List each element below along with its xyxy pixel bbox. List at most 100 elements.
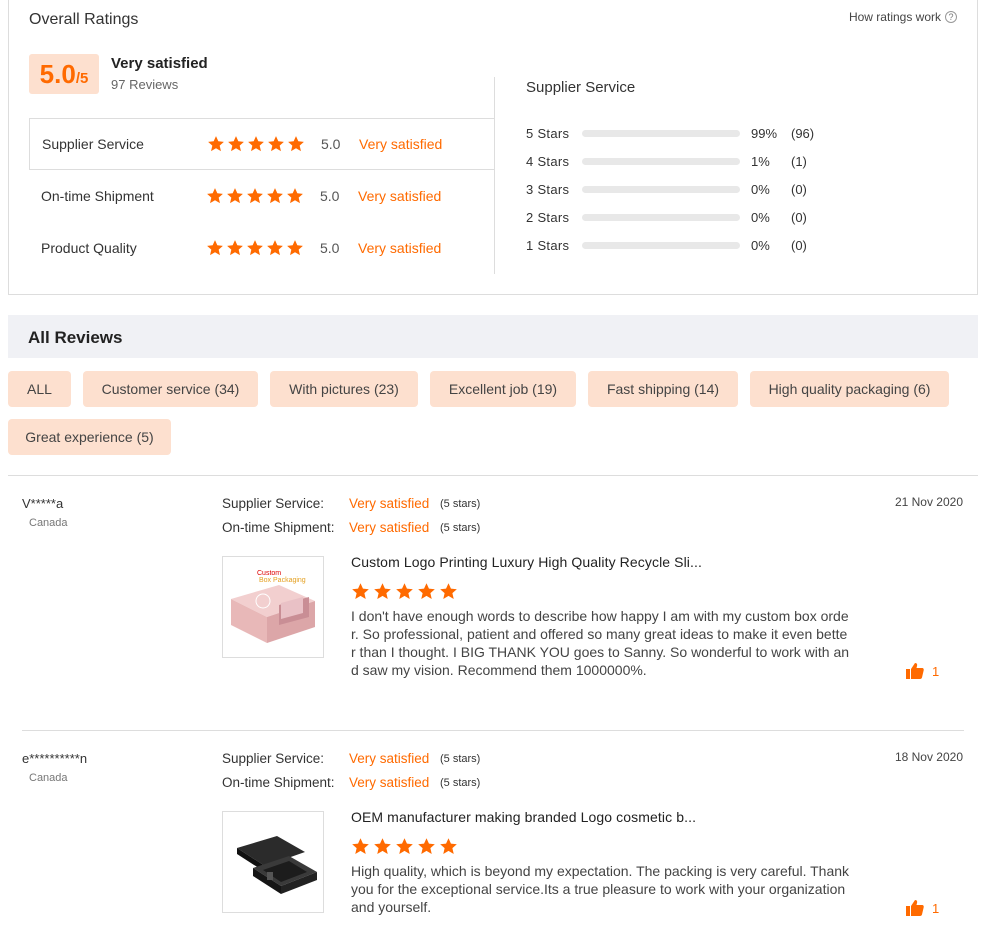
category-row-on-time-shipment[interactable]: On-time Shipment 5.0 Very satisfied [29, 170, 495, 222]
category-row-product-quality[interactable]: Product Quality 5.0 Very satisfied [29, 222, 495, 274]
distribution-label: 3 Stars [526, 181, 570, 197]
filter-chip-high-quality-packaging[interactable]: High quality packaging (6) [750, 371, 949, 407]
reviewer-country: Canada [29, 517, 68, 529]
star-icon [395, 837, 414, 856]
thumbs-up-icon [906, 900, 924, 916]
star-icon [266, 187, 284, 205]
rating-stars-text: (5 stars) [440, 753, 481, 765]
overall-score: 5.0 [39, 59, 76, 89]
distribution-label: 5 Stars [526, 125, 570, 141]
review-date: 18 Nov 2020 [894, 750, 963, 764]
product-title-link[interactable]: OEM manufacturer making branded Logo cos… [351, 809, 696, 825]
filter-chip-excellent-job[interactable]: Excellent job (19) [430, 371, 576, 407]
filter-chip-fast-shipping[interactable]: Fast shipping (14) [588, 371, 738, 407]
star-icon [246, 239, 264, 257]
reviewer-name: V*****a [22, 496, 64, 511]
category-rating-text: Very satisfied [358, 240, 442, 256]
section-divider [494, 77, 495, 274]
product-thumbnail[interactable] [222, 811, 324, 913]
filter-chip-great-experience[interactable]: Great experience (5) [8, 419, 171, 455]
rating-value: Very satisfied [349, 775, 430, 790]
star-icon [206, 187, 224, 205]
star-icon [227, 135, 245, 153]
thumb-caption-1: Custom [257, 570, 281, 577]
rating-stars-text: (5 stars) [440, 777, 481, 789]
distribution-count: (0) [791, 209, 807, 225]
category-score: 5.0 [320, 240, 340, 256]
how-ratings-work-link[interactable]: How ratings work ? [849, 10, 957, 24]
star-icon [417, 837, 436, 856]
overall-score-badge: 5.0 /5 [29, 54, 99, 94]
star-icon [439, 837, 458, 856]
distribution-bar [582, 241, 740, 249]
overall-ratings-title: Overall Ratings [29, 11, 139, 28]
all-reviews-title: All Reviews [28, 328, 123, 347]
distribution-bar [582, 129, 740, 137]
filter-chip-customer-service[interactable]: Customer service (34) [83, 371, 258, 407]
helpful-count: 1 [932, 900, 940, 916]
rating-value: Very satisfied [349, 751, 430, 766]
star-icon [207, 135, 225, 153]
category-stars [206, 187, 304, 205]
all-reviews-header: All Reviews [8, 315, 978, 358]
category-score: 5.0 [321, 136, 341, 152]
star-icon [351, 837, 370, 856]
star-icon [373, 582, 392, 601]
helpful-button[interactable]: 1 [906, 900, 939, 916]
overall-review-count: 97 Reviews [111, 77, 179, 92]
star-icon [373, 837, 392, 856]
distribution-percent: 1% [751, 153, 770, 169]
distribution-count: (96) [791, 125, 815, 141]
rating-stars-text: (5 stars) [440, 498, 481, 510]
category-name: Supplier Service [42, 136, 144, 152]
category-stars [207, 135, 305, 153]
category-score: 5.0 [320, 188, 340, 204]
category-stars [206, 239, 304, 257]
star-icon [351, 582, 370, 601]
rating-label: On-time Shipment: [222, 775, 335, 790]
category-row-supplier-service[interactable]: Supplier Service 5.0 Very satisfied [29, 118, 495, 170]
review-stars [351, 582, 458, 601]
filter-chip-with-pictures[interactable]: With pictures (23) [270, 371, 418, 407]
star-icon [226, 239, 244, 257]
rating-stars-text: (5 stars) [440, 522, 481, 534]
black-box-image [223, 812, 323, 912]
reviewer-country: Canada [29, 772, 68, 784]
category-name: On-time Shipment [41, 188, 154, 204]
product-thumbnail[interactable]: Custom Box Packaging [222, 556, 324, 658]
category-rating-text: Very satisfied [358, 188, 442, 204]
helpful-button[interactable]: 1 [906, 663, 939, 679]
star-icon [266, 239, 284, 257]
distribution-label: 2 Stars [526, 209, 570, 225]
distribution-percent: 0% [751, 209, 770, 225]
rating-value: Very satisfied [349, 520, 430, 535]
product-title-link[interactable]: Custom Logo Printing Luxury High Quality… [351, 554, 702, 570]
star-icon [395, 582, 414, 601]
thumbs-up-icon [906, 663, 924, 679]
category-rating-text: Very satisfied [359, 136, 443, 152]
rating-value: Very satisfied [349, 496, 430, 511]
star-icon [287, 135, 305, 153]
review-date: 21 Nov 2020 [894, 495, 963, 509]
helpful-count: 1 [932, 663, 940, 679]
distribution-label: 4 Stars [526, 153, 570, 169]
distribution-row: 3 Stars 0% (0) [526, 179, 856, 199]
rating-label: Supplier Service: [222, 496, 325, 511]
reviewer-name: e**********n [22, 751, 88, 766]
distribution-percent: 0% [751, 237, 770, 253]
star-icon [247, 135, 265, 153]
distribution-bar [582, 213, 740, 221]
distribution-count: (1) [791, 153, 807, 169]
star-icon [417, 582, 436, 601]
review-stars [351, 837, 458, 856]
star-icon [206, 239, 224, 257]
review-item: e**********n Canada 18 Nov 2020 Supplier… [8, 730, 978, 931]
help-icon: ? [945, 11, 957, 23]
distribution-row: 1 Stars 0% (0) [526, 235, 856, 255]
distribution-percent: 0% [751, 181, 770, 197]
filter-chip-all[interactable]: ALL [8, 371, 71, 407]
review-item: V*****a Canada 21 Nov 2020 Supplier Serv… [8, 475, 978, 715]
review-text: I don't have enough words to describe ho… [351, 608, 850, 678]
overall-ratings-card: Overall Ratings How ratings work ? 5.0 /… [8, 0, 978, 295]
star-icon [439, 582, 458, 601]
